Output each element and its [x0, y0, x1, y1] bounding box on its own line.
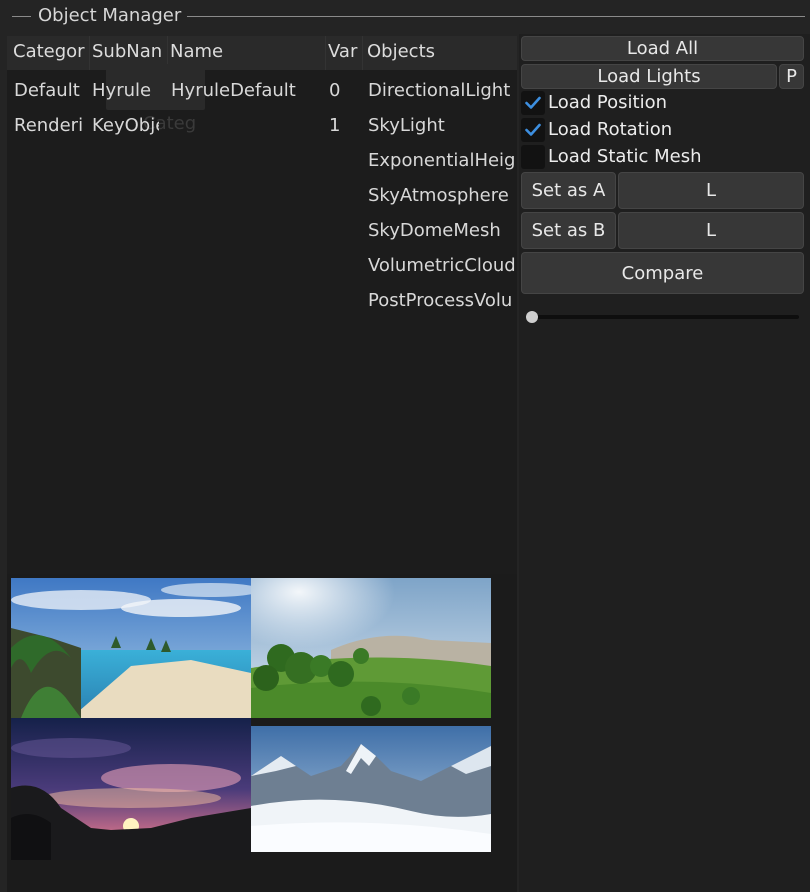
snowy-mountain-thumbnail[interactable]	[251, 726, 491, 852]
load-static-mesh-row[interactable]: Load Static Mesh	[521, 145, 801, 170]
load-lights-p-button[interactable]: P	[779, 64, 804, 89]
set-as-a-button[interactable]: Set as A	[521, 172, 616, 209]
preview-image-grid	[7, 574, 517, 892]
sunset-thumbnail[interactable]	[11, 718, 251, 860]
set-b-value-button[interactable]: L	[618, 212, 804, 249]
row-1-category[interactable]: Renderi	[14, 115, 86, 136]
header-divider-right	[187, 16, 805, 17]
row-1-variant[interactable]: 1	[329, 115, 359, 136]
object-item[interactable]: SkyDomeMesh	[368, 220, 517, 241]
beach-thumbnail[interactable]	[11, 578, 251, 718]
load-static-mesh-label: Load Static Mesh	[548, 146, 702, 167]
column-header-name[interactable]: Name	[170, 41, 325, 62]
row-0-subname[interactable]: Hyrule	[92, 80, 164, 101]
row-0-category[interactable]: Default	[14, 80, 88, 101]
load-position-label: Load Position	[548, 92, 667, 113]
object-manager-header: Object Manager	[0, 0, 810, 34]
header-divider-left	[12, 16, 31, 17]
compare-button[interactable]: Compare	[521, 252, 804, 294]
load-static-mesh-checkbox[interactable]	[521, 145, 545, 169]
object-table: Categor SubNan Name Var Objects Categ De…	[7, 36, 517, 574]
load-all-button[interactable]: Load All	[521, 36, 804, 61]
control-panel: Load All Load Lights P Load Position Loa…	[519, 34, 810, 892]
object-item[interactable]: SkyLight	[368, 115, 517, 136]
object-item[interactable]: ExponentialHeigl	[368, 150, 515, 171]
object-item[interactable]: PostProcessVolu	[368, 290, 515, 311]
row-0-variant[interactable]: 0	[329, 80, 359, 101]
column-header-subname[interactable]: SubNan	[92, 41, 167, 62]
load-position-checkbox[interactable]	[521, 91, 545, 115]
object-item[interactable]: DirectionalLight	[368, 80, 517, 101]
row-1-subname[interactable]: KeyObje	[92, 115, 159, 136]
checkmark-icon	[525, 123, 541, 136]
object-item[interactable]: VolumetricCloud	[368, 255, 515, 276]
grassland-thumbnail[interactable]	[251, 578, 491, 718]
table-header: Categor SubNan Name Var Objects	[7, 36, 517, 70]
column-header-objects[interactable]: Objects	[367, 41, 512, 62]
set-a-value-button[interactable]: L	[618, 172, 804, 209]
load-rotation-row[interactable]: Load Rotation	[521, 118, 801, 143]
set-as-b-button[interactable]: Set as B	[521, 212, 616, 249]
load-lights-button[interactable]: Load Lights	[521, 64, 777, 89]
compare-slider-track[interactable]	[527, 315, 799, 319]
compare-slider-handle[interactable]	[526, 311, 538, 323]
load-rotation-checkbox[interactable]	[521, 118, 545, 142]
checkmark-icon	[525, 96, 541, 109]
row-0-name[interactable]: HyruleDefault	[171, 80, 323, 101]
panel-title: Object Manager	[38, 5, 182, 26]
column-header-variant[interactable]: Var	[328, 41, 358, 62]
object-item[interactable]: SkyAtmosphere	[368, 185, 517, 206]
load-rotation-label: Load Rotation	[548, 119, 673, 140]
column-header-category[interactable]: Categor	[13, 41, 89, 62]
load-position-row[interactable]: Load Position	[521, 91, 801, 116]
